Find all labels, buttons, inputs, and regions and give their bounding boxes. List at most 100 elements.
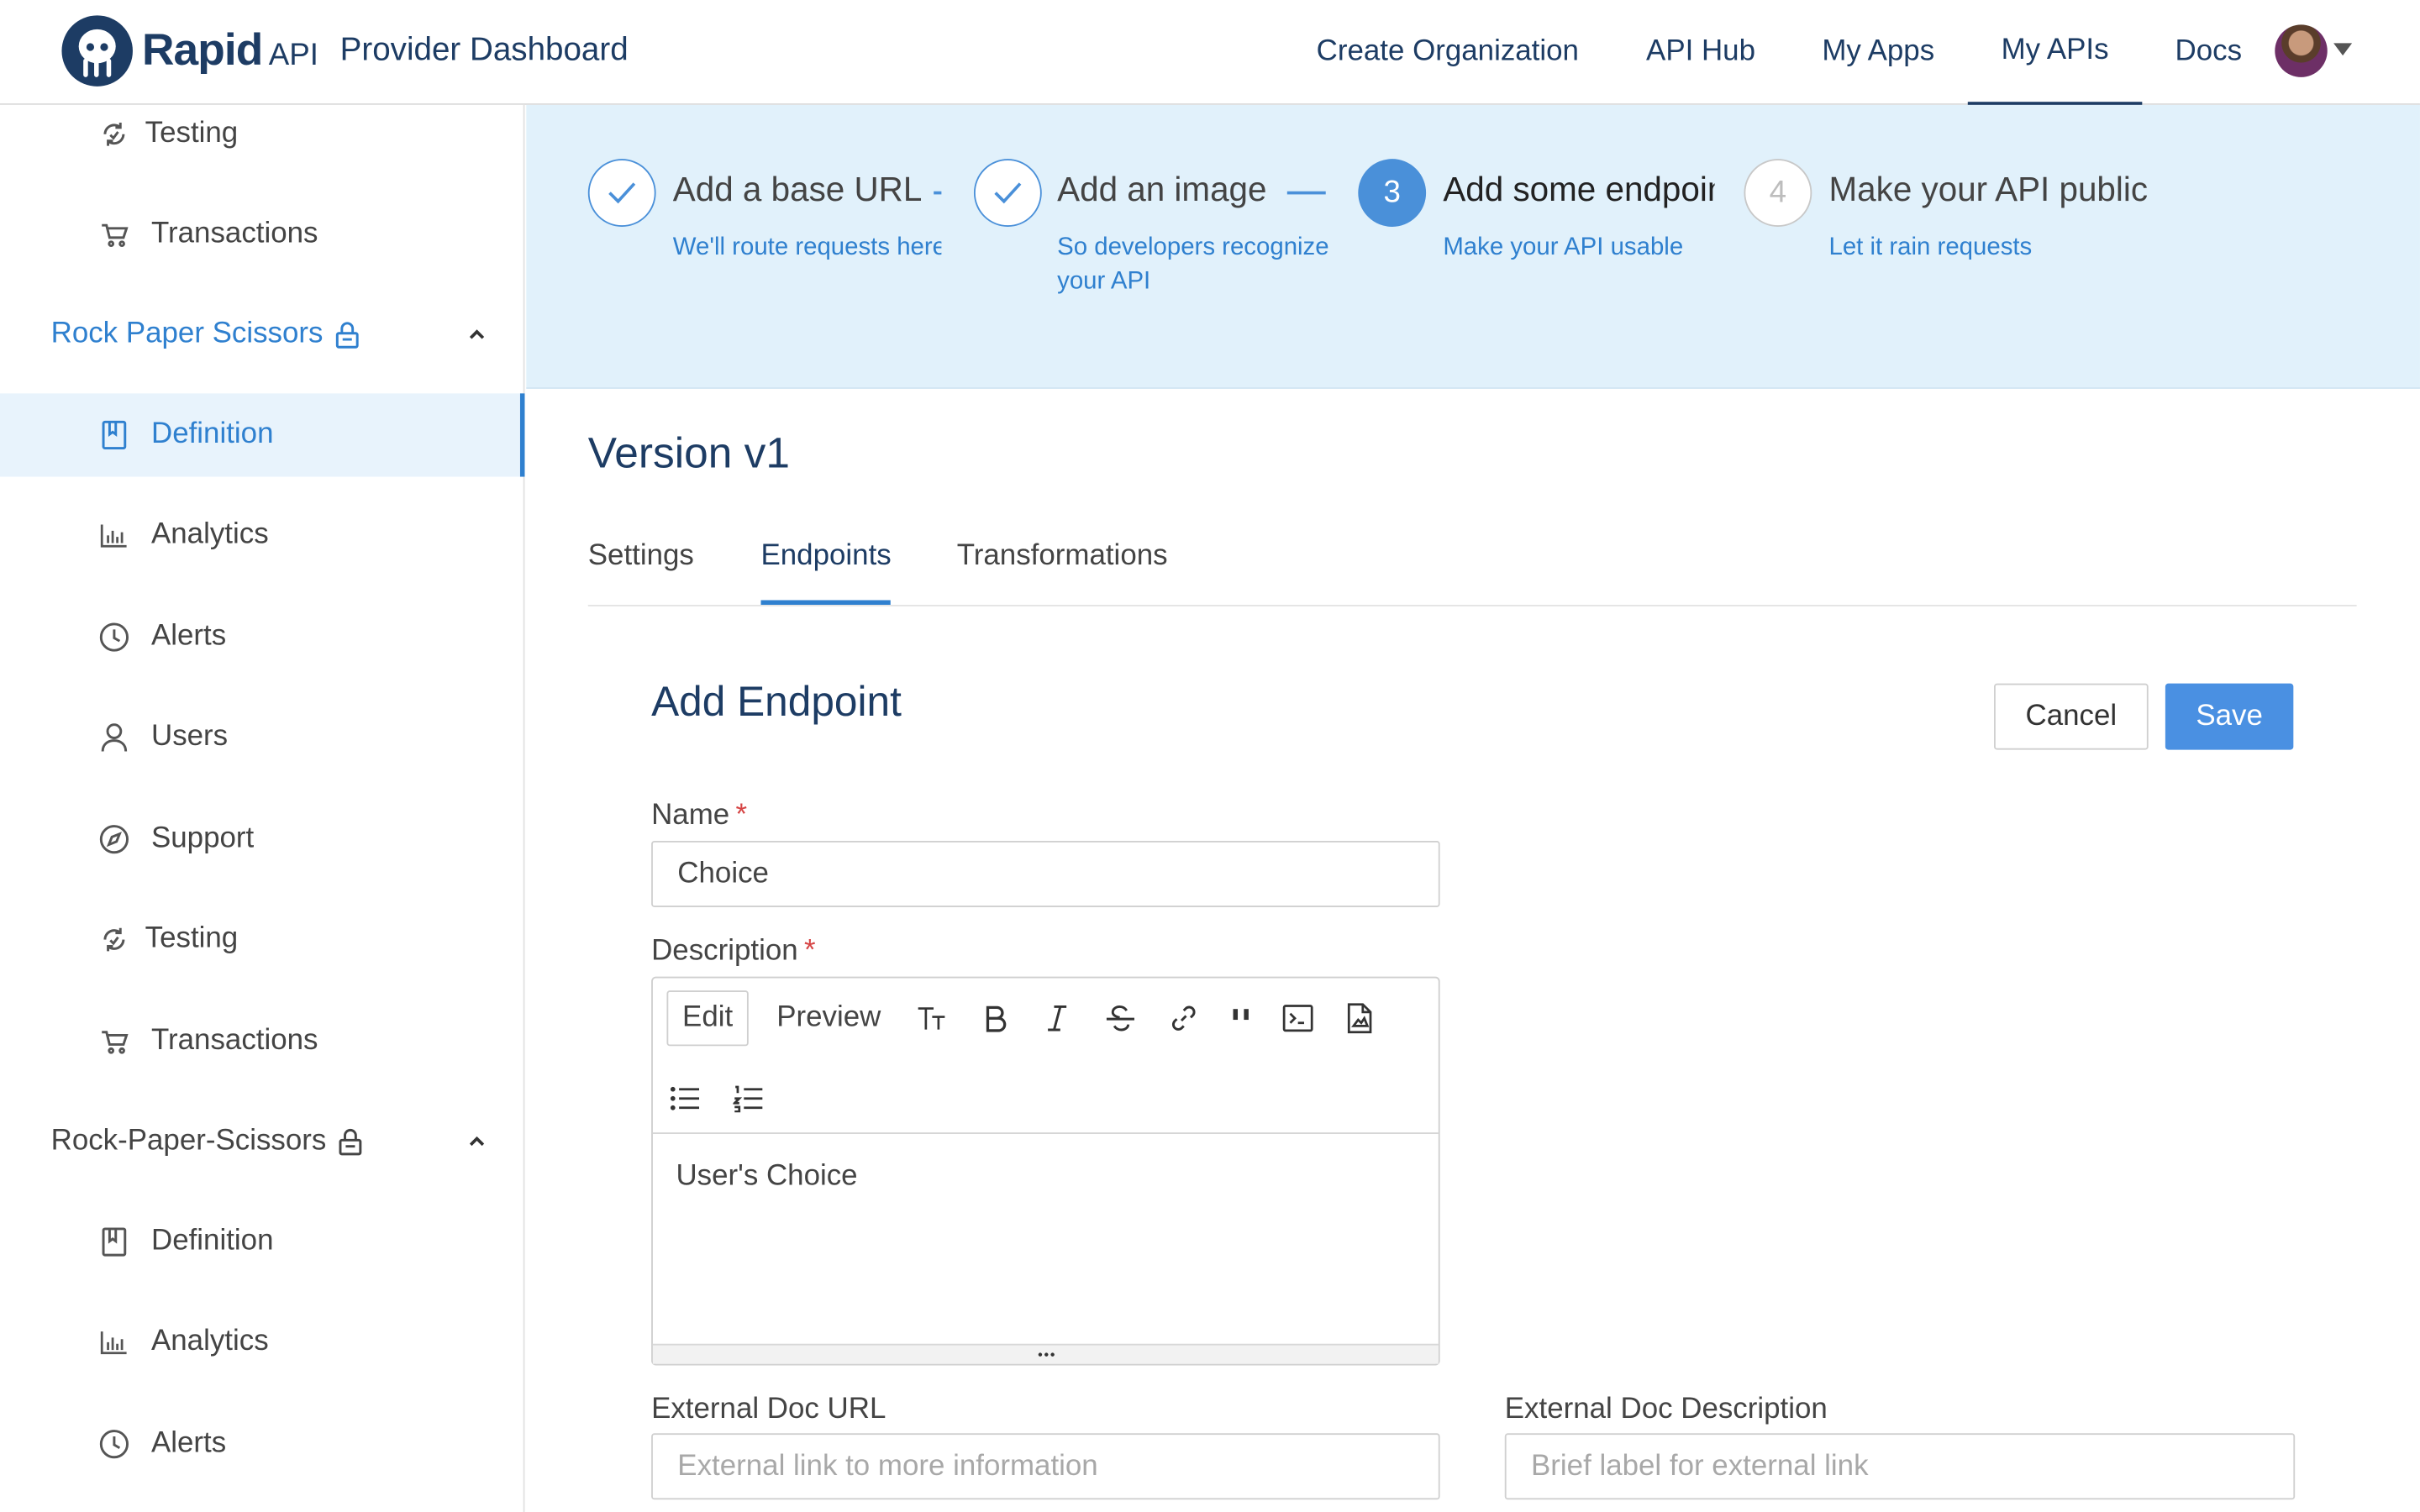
tab-settings[interactable]: Settings: [588, 540, 694, 574]
tab-transformations[interactable]: Transformations: [957, 540, 1168, 574]
onboarding-stepper: Add a base URL We'll route requests here…: [526, 104, 2420, 389]
sidebar-item-label: Testing: [145, 922, 239, 955]
clock-icon: [99, 622, 130, 653]
book-icon: [99, 420, 130, 451]
name-label: Name *: [651, 799, 747, 832]
user-avatar[interactable]: [2275, 24, 2328, 77]
cancel-button[interactable]: Cancel: [1994, 683, 2149, 750]
sidebar-item-label: Testing: [145, 117, 239, 150]
nav-my-apis[interactable]: My APIs: [1967, 0, 2143, 105]
step-1-title[interactable]: Add a base URL: [673, 170, 939, 210]
sidebar-item-transactions[interactable]: Transactions: [0, 1000, 524, 1083]
nav-my-apps[interactable]: My Apps: [1802, 0, 1954, 105]
sidebar-item-label: Definition: [150, 417, 274, 451]
sidebar-item-label: Definition: [150, 1225, 274, 1257]
name-input[interactable]: Choice: [651, 841, 1440, 907]
brand-name: Rapid: [141, 25, 263, 76]
bulleted-list-icon[interactable]: [670, 1083, 701, 1114]
testing-icon: [99, 924, 130, 955]
sidebar-item-support[interactable]: Support: [0, 798, 524, 881]
user-icon: [99, 722, 130, 753]
step-3-subtitle: Make your API usable: [1443, 234, 1684, 261]
external-doc-description-input[interactable]: Brief label for external link: [1504, 1433, 2296, 1500]
nav-create-organization[interactable]: Create Organization: [1297, 0, 1599, 105]
step-2-subtitle: So developers recognize your API: [1057, 234, 1329, 295]
edit-mode-button[interactable]: Edit: [666, 990, 749, 1047]
description-textarea[interactable]: User's Choice: [676, 1160, 857, 1194]
step-4-title[interactable]: Make your API public: [1828, 170, 2199, 210]
chevron-up-icon[interactable]: [466, 324, 488, 346]
numbered-list-icon[interactable]: [733, 1083, 764, 1114]
lock-icon: [336, 322, 360, 349]
sidebar-item-testing[interactable]: Testing: [0, 92, 524, 176]
clock-icon: [99, 1429, 130, 1460]
testing-icon: [99, 118, 130, 150]
sidebar-item-label: Alerts: [150, 1426, 227, 1460]
sidebar-item-alerts[interactable]: Alerts: [0, 1403, 524, 1486]
active-tab-indicator: [760, 600, 891, 605]
brand-suffix: API: [268, 37, 318, 72]
nav-docs[interactable]: Docs: [2160, 0, 2256, 105]
description-label: Description *: [651, 935, 816, 969]
description-editor[interactable]: Edit Preview User's Choice: [651, 976, 1440, 1366]
sidebar-item-label: Alerts: [150, 620, 227, 653]
lock-icon: [339, 1128, 363, 1156]
step-1-done-icon[interactable]: [587, 159, 656, 227]
cart-icon: [99, 1026, 130, 1057]
step-2-done-icon[interactable]: [973, 159, 1042, 227]
step-3-title[interactable]: Add some endpoints: [1443, 170, 1714, 210]
save-button[interactable]: Save: [2165, 683, 2294, 750]
link-icon[interactable]: [1168, 1003, 1199, 1034]
step-connector: [934, 191, 942, 194]
editor-toolbar: Edit Preview: [653, 978, 1439, 1055]
sidebar-item-label: Transactions: [150, 1024, 318, 1058]
sidebar-item-alerts[interactable]: Alerts: [0, 596, 524, 679]
editor-divider: [652, 1132, 1439, 1134]
external-doc-url-input[interactable]: External link to more information: [651, 1433, 1440, 1500]
file-icon[interactable]: [1344, 1003, 1376, 1034]
sidebar-item-analytics[interactable]: Analytics: [0, 1300, 524, 1383]
dashboard-title: Provider Dashboard: [339, 32, 629, 68]
caret-down-icon[interactable]: [2333, 43, 2353, 56]
sidebar-item-analytics[interactable]: Analytics: [0, 494, 524, 577]
external-doc-description-label: External Doc Description: [1504, 1393, 1828, 1426]
text-size-icon[interactable]: [917, 1003, 948, 1034]
chevron-up-icon[interactable]: [466, 1131, 488, 1152]
sidebar-group-rock-paper-scissors[interactable]: Rock Paper Scissors: [51, 304, 360, 365]
sidebar-item-label: Analytics: [150, 518, 269, 551]
group-label: Rock-Paper-Scissors: [50, 1124, 327, 1158]
bar-chart-icon: [99, 1327, 130, 1358]
top-header: Rapid API Provider Dashboard Create Orga…: [0, 0, 2420, 105]
sidebar-group-rock-paper-scissors-2[interactable]: Rock-Paper-Scissors: [51, 1110, 364, 1172]
form-title: Add Endpoint: [651, 679, 902, 726]
step-1-subtitle: We'll route requests here: [672, 234, 942, 261]
sidebar-item-definition[interactable]: Definition: [0, 393, 525, 477]
nav-api-hub[interactable]: API Hub: [1627, 0, 1775, 105]
sidebar-item-definition[interactable]: Definition: [0, 1200, 524, 1284]
sidebar-item-label: Users: [150, 720, 229, 753]
resize-handle[interactable]: [652, 1343, 1439, 1364]
sidebar-item-users[interactable]: Users: [0, 696, 524, 779]
strikethrough-icon[interactable]: [1105, 1003, 1136, 1034]
book-icon: [99, 1226, 130, 1257]
cart-icon: [99, 219, 130, 250]
sidebar-item-label: Support: [150, 822, 255, 855]
step-3-number[interactable]: 3: [1358, 159, 1427, 227]
step-4-number[interactable]: 4: [1744, 159, 1812, 227]
name-label-text: Name: [651, 799, 730, 832]
rapidapi-logo[interactable]: Rapid API Provider Dashboard: [61, 15, 629, 87]
tab-endpoints[interactable]: Endpoints: [760, 540, 891, 574]
quote-icon[interactable]: [1225, 1003, 1256, 1034]
external-doc-url-label: External Doc URL: [651, 1393, 886, 1426]
page-title: Version v1: [587, 428, 790, 477]
tab-divider: [587, 604, 2357, 606]
sidebar-item-transactions[interactable]: Transactions: [0, 193, 524, 276]
bold-icon[interactable]: [980, 1003, 1011, 1034]
step-2-title[interactable]: Add an image: [1057, 170, 1273, 210]
preview-mode-button[interactable]: Preview: [773, 990, 884, 1046]
sidebar-item-testing[interactable]: Testing: [0, 898, 524, 981]
required-marker: *: [735, 799, 748, 832]
code-icon[interactable]: [1282, 1003, 1313, 1034]
italic-icon[interactable]: [1042, 1003, 1073, 1034]
sidebar: Testing Transactions Rock Paper Scissors…: [0, 104, 525, 1512]
